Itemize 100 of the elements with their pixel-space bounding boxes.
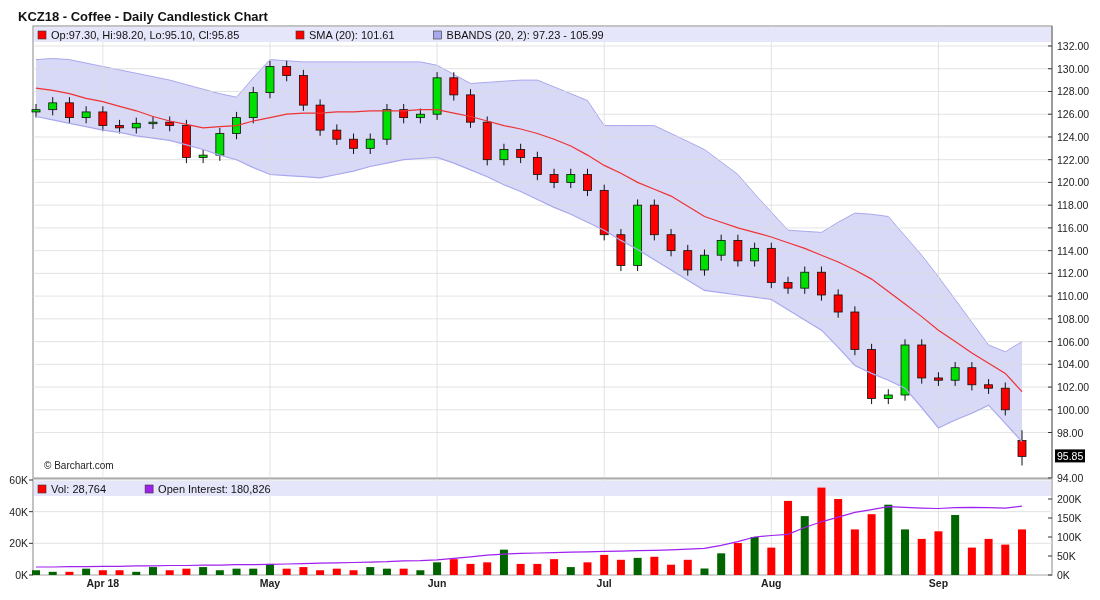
candlestick <box>750 242 759 268</box>
candlestick <box>766 242 776 289</box>
volume-bar <box>917 538 926 575</box>
volume-bar <box>600 554 609 575</box>
volume-bar <box>215 570 224 575</box>
volume-bar <box>733 543 742 575</box>
candlestick <box>583 168 592 197</box>
candlestick <box>215 127 225 162</box>
volume-bar <box>867 514 876 575</box>
candlestick <box>248 86 258 124</box>
candlestick <box>516 143 526 164</box>
candlestick <box>683 244 693 277</box>
price-axis-label: 98.00 <box>1057 426 1084 439</box>
candlestick <box>365 133 375 155</box>
volume-axis-label: 20K <box>9 537 28 550</box>
candlestick <box>499 143 509 166</box>
volume-bar <box>282 568 291 575</box>
candlestick <box>1017 429 1027 466</box>
candlestick <box>65 96 74 124</box>
volume-bar <box>984 538 993 575</box>
volume-bar <box>416 570 425 575</box>
volume-bar <box>667 564 676 575</box>
price-axis-label: 128.00 <box>1057 85 1090 98</box>
volume-bar <box>884 504 893 575</box>
volume-bar <box>533 563 542 575</box>
volume-bar <box>115 570 124 575</box>
candlestick <box>716 234 726 262</box>
volume-bar <box>265 563 274 575</box>
candlestick <box>599 184 609 241</box>
volume-bar <box>199 567 208 575</box>
candlestick <box>649 198 659 241</box>
volume-bar <box>1001 544 1010 575</box>
volume-bar <box>449 559 458 575</box>
price-axis-label: 116.00 <box>1057 221 1089 234</box>
volume-bar <box>82 568 91 575</box>
volume-axis-label: 0K <box>15 569 28 581</box>
volume-bar <box>750 537 759 575</box>
volume-bar <box>32 570 40 575</box>
open-interest-axis-label: 0K <box>1057 569 1070 581</box>
volume-bar <box>332 568 341 575</box>
candlestick <box>917 338 927 385</box>
last-price-badge: 95.85 <box>1055 449 1085 463</box>
date-axis-label: Apr 18 <box>86 577 120 589</box>
candlestick <box>900 338 910 402</box>
volume-bar <box>483 562 492 575</box>
volume-axis-label: 40K <box>9 505 28 518</box>
price-axis-label: 132.00 <box>1057 40 1090 52</box>
chart-title: KCZ18 - Coffee - Daily Candlestick Chart <box>17 8 269 24</box>
candlestick <box>48 96 58 116</box>
legend-label: BBANDS (20, 2): 97.23 - 105.99 <box>446 29 604 41</box>
price-axis-label: 102.00 <box>1057 381 1090 394</box>
volume-bar <box>98 570 107 575</box>
open-interest-axis-label: 200K <box>1057 493 1082 505</box>
volume-bar <box>382 568 391 575</box>
candlestick <box>182 119 191 164</box>
volume-bar <box>232 568 241 575</box>
candlestick <box>733 234 743 268</box>
candlestick <box>382 103 392 146</box>
volume-axis-label: 60K <box>9 474 28 486</box>
candlestick <box>81 105 91 124</box>
legend-label: SMA (20): 101.61 <box>309 29 395 41</box>
volume-bar <box>316 570 325 575</box>
candlestick <box>967 361 977 391</box>
date-axis-label: Jul <box>596 577 612 589</box>
candlestick <box>532 151 542 181</box>
volume-bar <box>700 568 709 575</box>
candlestick <box>666 228 676 257</box>
copyright-credit: © Barchart.com <box>44 460 114 471</box>
price-axis-label: 106.00 <box>1057 335 1090 348</box>
candlestick <box>332 123 342 146</box>
candlestick <box>232 111 241 140</box>
open-interest-axis-label: 100K <box>1057 531 1082 543</box>
candlestick <box>984 378 993 395</box>
open-interest-axis-label: 50K <box>1057 550 1076 562</box>
candlestick <box>950 361 960 387</box>
price-axis-label: 110.00 <box>1057 290 1089 303</box>
legend-label: Open Interest: 180,826 <box>158 483 271 495</box>
volume-bar <box>516 563 525 575</box>
candlestick <box>883 388 893 405</box>
candlestick <box>282 60 292 82</box>
volume-bar <box>967 547 976 575</box>
volume-bar <box>48 571 57 575</box>
volume-bar <box>800 516 809 575</box>
volume-bar <box>850 529 859 575</box>
candlestick <box>616 228 626 272</box>
volume-bar <box>466 563 475 575</box>
price-axis-label: 94.00 <box>1057 472 1084 484</box>
candlestick <box>315 98 325 137</box>
candlestick <box>98 105 108 132</box>
price-axis-label: 122.00 <box>1057 153 1090 166</box>
candlestick <box>800 266 810 295</box>
candlestick <box>1000 382 1010 416</box>
date-axis-label: May <box>259 577 281 589</box>
volume-bar <box>132 571 141 575</box>
volume-bar <box>165 570 174 575</box>
price-axis-label: 112.00 <box>1057 267 1089 280</box>
price-axis-label: 108.00 <box>1057 312 1090 325</box>
volume-bar <box>616 559 625 575</box>
volume-bar <box>149 567 157 575</box>
candlestick <box>833 288 843 319</box>
